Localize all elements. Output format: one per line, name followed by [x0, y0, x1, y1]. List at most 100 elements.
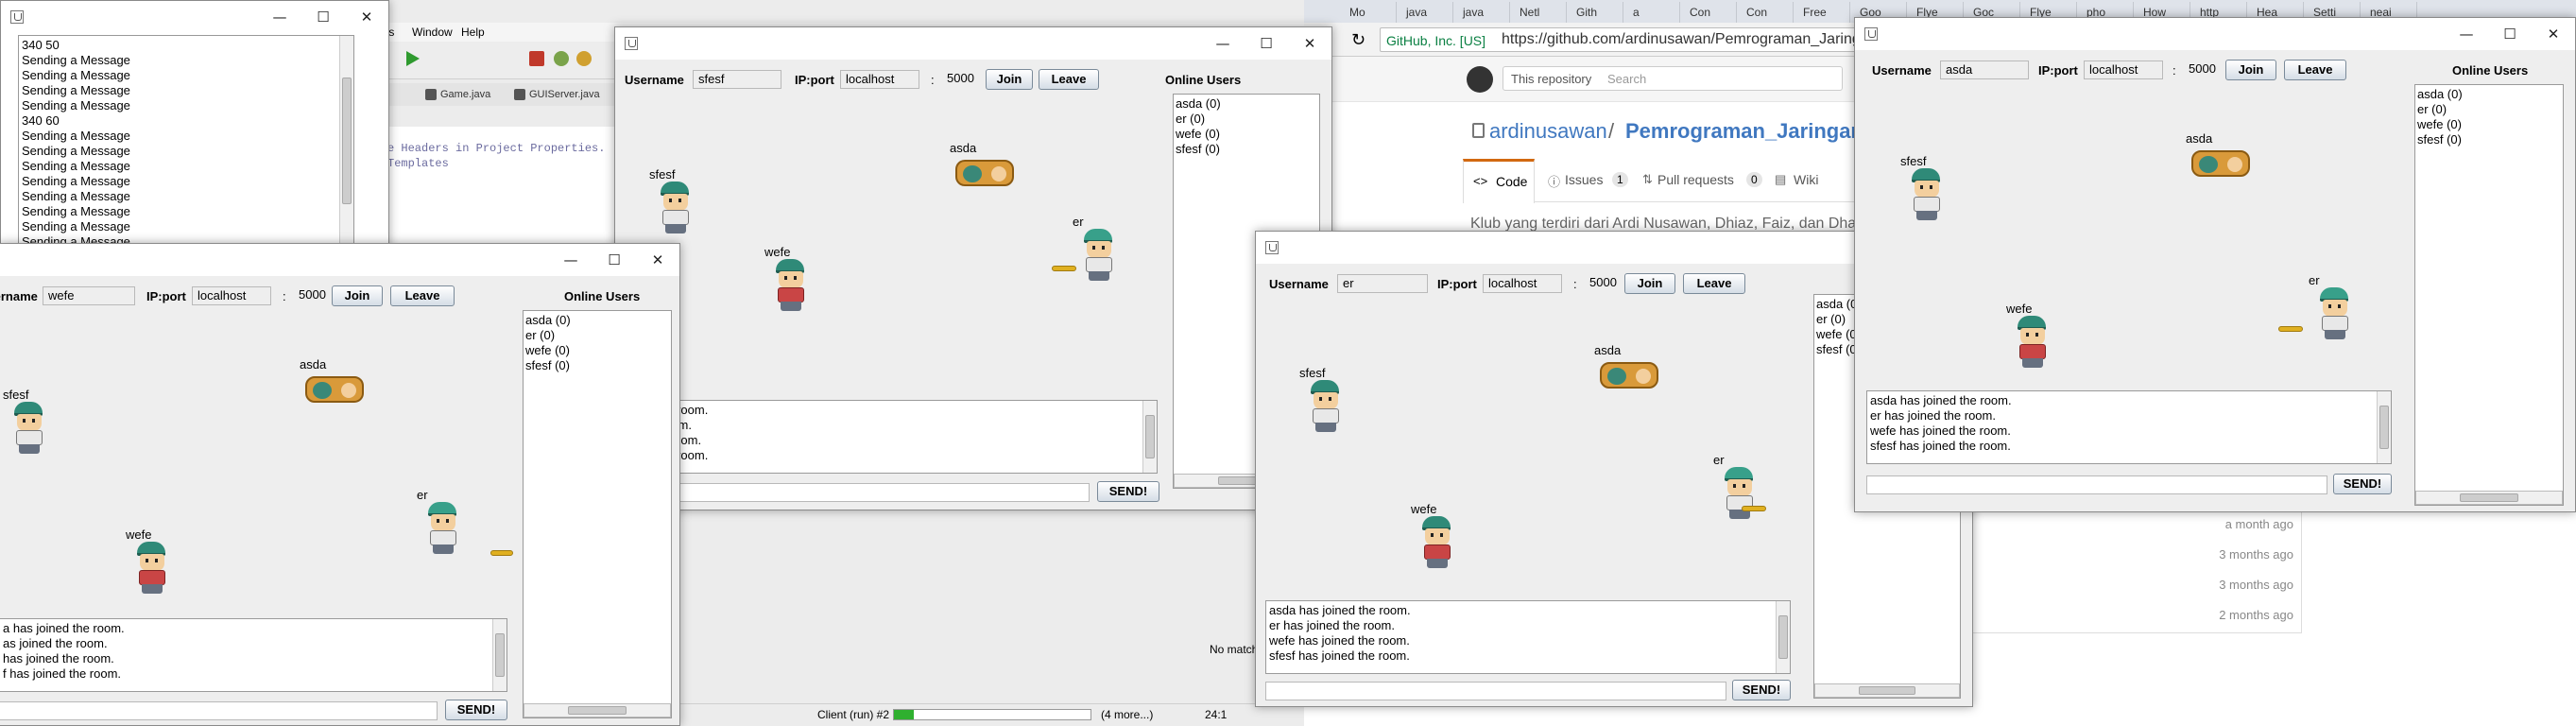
ip-field[interactable]: localhost — [840, 70, 919, 89]
online-users-list[interactable]: asda (0) er (0) wefe (0) sfesf (0) — [2414, 84, 2564, 506]
tab-pull-requests[interactable]: Pull requests — [1657, 172, 1734, 187]
menu-window[interactable]: Window — [412, 26, 453, 39]
chat-scrollbar[interactable] — [492, 619, 507, 691]
message-input[interactable] — [619, 483, 1090, 502]
repo-name[interactable]: Pemrograman_Jaringan_C — [1625, 119, 1890, 144]
user-entry[interactable]: sfesf (0) — [1176, 142, 1317, 157]
close-icon[interactable]: ✕ — [2532, 18, 2575, 50]
maximize-icon[interactable]: ☐ — [1245, 27, 1288, 60]
tab-code[interactable]: <> Code — [1463, 159, 1535, 203]
stop-icon[interactable] — [529, 51, 544, 66]
user-entry[interactable]: er (0) — [1176, 112, 1317, 127]
user-entry[interactable]: asda (0) — [525, 313, 669, 328]
maximize-icon[interactable]: ☐ — [592, 244, 636, 276]
message-input[interactable] — [1265, 682, 1726, 700]
username-field[interactable]: wefe — [43, 286, 135, 305]
ide-editor[interactable]: e Headers in Project Properties. Templat… — [378, 127, 643, 250]
send-button[interactable]: SEND! — [2333, 474, 2392, 494]
menu-help[interactable]: Help — [461, 26, 485, 39]
game-canvas[interactable]: sfesf asda wefe er — [1260, 298, 1815, 593]
username-field[interactable]: asda — [1940, 60, 2029, 79]
tab-issues[interactable]: Issues — [1565, 172, 1603, 187]
user-entry[interactable]: er (0) — [525, 328, 669, 343]
browser-tab[interactable]: java — [1455, 2, 1510, 23]
chat-scrollbar[interactable] — [1142, 401, 1157, 473]
user-entry[interactable]: sfesf (0) — [2417, 132, 2561, 147]
github-logo-icon[interactable] — [1467, 66, 1493, 93]
user-entry[interactable]: wefe (0) — [525, 343, 669, 358]
maximize-icon[interactable]: ☐ — [301, 1, 345, 33]
console-line: Sending a Message — [22, 129, 130, 143]
port-field[interactable]: 5000 — [294, 286, 332, 305]
minimize-icon[interactable]: — — [549, 244, 592, 276]
run-icon[interactable] — [406, 51, 420, 66]
user-entry[interactable]: asda (0) — [1176, 96, 1317, 112]
users-scrollbar[interactable] — [524, 703, 671, 717]
chat-scrollbar[interactable] — [2377, 391, 2391, 463]
browser-tab[interactable]: java — [1399, 2, 1453, 23]
join-button[interactable]: Join — [986, 69, 1033, 90]
leave-button[interactable]: Leave — [1039, 69, 1099, 90]
repo-owner[interactable]: ardinusawan — [1489, 119, 1607, 144]
online-users-list[interactable]: asda (0) er (0) wefe (0) sfesf (0) — [523, 310, 672, 718]
join-button[interactable]: Join — [2225, 60, 2276, 80]
send-button[interactable]: SEND! — [445, 700, 507, 720]
ip-field[interactable]: localhost — [2084, 60, 2163, 79]
send-button[interactable]: SEND! — [1732, 680, 1791, 700]
message-input[interactable] — [1866, 475, 2327, 494]
close-icon[interactable]: ✕ — [1288, 27, 1331, 60]
browser-tab[interactable]: Netl — [1512, 2, 1567, 23]
tab-wiki[interactable]: Wiki — [1794, 172, 1818, 187]
users-scrollbar[interactable] — [2415, 491, 2563, 505]
tab-game-java[interactable]: Game.java — [420, 83, 505, 106]
user-entry[interactable]: er (0) — [2417, 102, 2561, 117]
browser-tab[interactable]: Mo — [1342, 2, 1397, 23]
join-button[interactable]: Join — [332, 285, 383, 306]
port-field[interactable]: 5000 — [2184, 60, 2222, 79]
port-field[interactable]: 5000 — [942, 70, 980, 89]
send-button[interactable]: SEND! — [1097, 481, 1159, 502]
game-canvas[interactable]: sfesf asda wefe er — [619, 94, 1176, 398]
ip-field[interactable]: localhost — [1483, 274, 1562, 293]
certificate-badge[interactable]: GitHub, Inc. [US] — [1386, 33, 1485, 48]
tab-guiserver-java[interactable]: GUIServer.java — [508, 83, 622, 106]
user-entry[interactable]: wefe (0) — [1176, 127, 1317, 142]
browser-tab[interactable]: Con — [1682, 2, 1737, 23]
maximize-icon[interactable]: ☐ — [2488, 18, 2532, 50]
issue-icon: ⓘ — [1548, 175, 1561, 189]
username-field[interactable]: er — [1337, 274, 1428, 293]
users-scrollbar[interactable] — [1814, 683, 1960, 698]
close-icon[interactable]: ✕ — [345, 1, 388, 33]
console-scrollbar[interactable] — [339, 36, 353, 246]
join-button[interactable]: Join — [1624, 273, 1675, 294]
debug-icon[interactable] — [554, 51, 569, 66]
url-text[interactable]: https://github.com/ardinusawan/Pemrogram… — [1502, 31, 1861, 48]
more-tasks[interactable]: (4 more...) — [1101, 708, 1153, 721]
browser-tab[interactable]: Gith — [1569, 2, 1623, 23]
ip-field[interactable]: localhost — [192, 286, 271, 305]
game-canvas[interactable]: sfesf asda wefe er — [1859, 84, 2407, 387]
minimize-icon[interactable]: — — [2445, 18, 2488, 50]
user-entry[interactable]: asda (0) — [2417, 87, 2561, 102]
minimize-icon[interactable]: — — [1201, 27, 1245, 60]
game-canvas[interactable]: sfesf asda wefe er — [0, 310, 521, 616]
username-label: Username — [1872, 63, 1932, 78]
leave-button[interactable]: Leave — [1683, 273, 1745, 294]
user-entry[interactable]: sfesf (0) — [525, 358, 669, 373]
leave-button[interactable]: Leave — [390, 285, 455, 306]
repo-search[interactable]: This repository Search — [1503, 66, 1843, 91]
profile-icon[interactable] — [576, 51, 592, 66]
close-icon[interactable]: ✕ — [636, 244, 679, 276]
username-field[interactable]: sfesf — [693, 70, 781, 89]
port-field[interactable]: 5000 — [1585, 274, 1623, 293]
message-input[interactable] — [0, 701, 438, 720]
browser-tab[interactable]: Con — [1739, 2, 1794, 23]
chat-scrollbar[interactable] — [1776, 601, 1790, 673]
user-entry[interactable]: wefe (0) — [2417, 117, 2561, 132]
refresh-icon[interactable]: ↻ — [1351, 30, 1365, 50]
minimize-icon[interactable]: — — [258, 1, 301, 33]
console-output[interactable]: 340 50 Sending a Message Sending a Message… — [18, 35, 354, 247]
browser-tab[interactable]: Free — [1795, 2, 1850, 23]
browser-tab[interactable]: a — [1625, 2, 1680, 23]
leave-button[interactable]: Leave — [2284, 60, 2346, 80]
